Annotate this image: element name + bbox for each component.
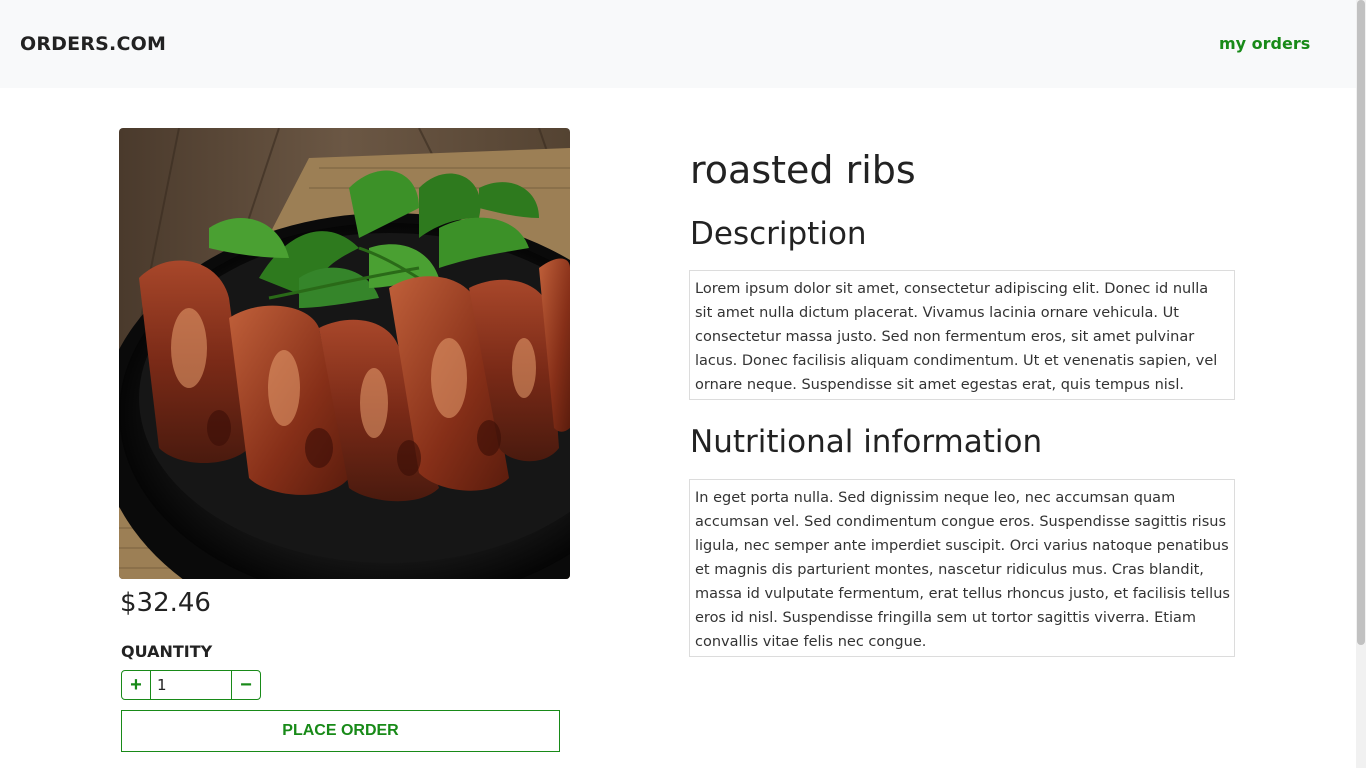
product-image — [119, 128, 570, 579]
quantity-decrease-button[interactable]: − — [231, 670, 261, 700]
product-price: $32.46 — [120, 588, 211, 618]
quantity-increase-button[interactable]: + — [121, 670, 151, 700]
nutrition-text: In eget porta nulla. Sed dignissim neque… — [689, 479, 1235, 657]
description-text: Lorem ipsum dolor sit amet, consectetur … — [689, 270, 1235, 400]
quantity-stepper: + − — [121, 670, 261, 700]
brand-logo[interactable]: ORDERS.COM — [20, 33, 166, 55]
quantity-input[interactable] — [151, 670, 231, 700]
place-order-button[interactable]: PLACE ORDER — [121, 710, 560, 752]
quantity-label: QUANTITY — [121, 642, 213, 661]
scrollbar-thumb[interactable] — [1357, 0, 1365, 645]
navbar: ORDERS.COM my orders — [0, 0, 1356, 88]
scrollbar[interactable] — [1356, 0, 1366, 768]
my-orders-link[interactable]: my orders — [1219, 34, 1310, 53]
product-title: roasted ribs — [690, 148, 916, 192]
nutrition-heading: Nutritional information — [690, 424, 1043, 460]
description-heading: Description — [690, 216, 867, 252]
